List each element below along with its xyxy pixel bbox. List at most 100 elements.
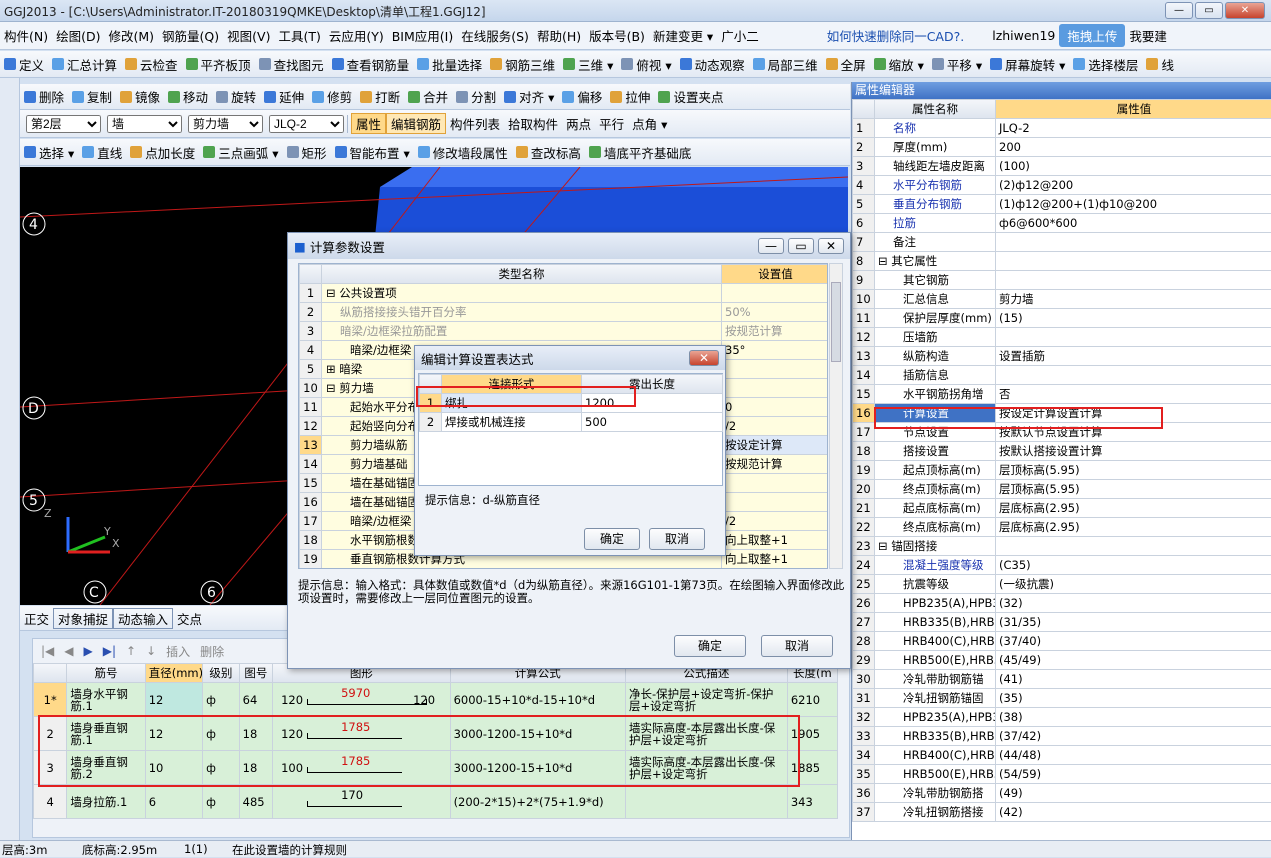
- prop-value[interactable]: (54/59): [996, 765, 1271, 784]
- prop-value[interactable]: (38): [996, 708, 1271, 727]
- parallel-button[interactable]: 平行: [595, 114, 628, 133]
- toolbar-button[interactable]: 定义: [0, 55, 48, 74]
- prop-value[interactable]: 层顶标高(5.95): [996, 461, 1271, 480]
- toolbar-button[interactable]: 平齐板顶: [182, 55, 255, 74]
- rebar-diameter[interactable]: 6: [145, 785, 202, 819]
- prop-value[interactable]: (49): [996, 784, 1271, 803]
- rebar-figure-no[interactable]: 485: [239, 785, 272, 819]
- expr-exposed-length[interactable]: 500: [582, 413, 723, 432]
- prop-value[interactable]: (41): [996, 670, 1271, 689]
- calc-setting-value[interactable]: /2: [722, 512, 829, 531]
- prop-value[interactable]: [996, 328, 1271, 347]
- calc-row[interactable]: 1⊟ 公共设置项: [300, 284, 829, 303]
- property-row[interactable]: 2厚度(mm)200: [853, 138, 1271, 157]
- draw-button[interactable]: 点加长度: [126, 143, 199, 162]
- rebar-grade[interactable]: ф: [203, 683, 240, 717]
- calc-setting-value[interactable]: 按设定计算: [722, 436, 829, 455]
- edit-button[interactable]: 对齐 ▾: [500, 87, 558, 106]
- component-name-select[interactable]: JLQ-2: [269, 115, 344, 133]
- expr-ok-button[interactable]: 确定: [584, 528, 640, 550]
- prop-value[interactable]: 否: [996, 385, 1271, 404]
- edit-button[interactable]: 旋转: [212, 87, 260, 106]
- prop-value[interactable]: (一级抗震): [996, 575, 1271, 594]
- draw-button[interactable]: 智能布置 ▾: [331, 143, 414, 162]
- user-name[interactable]: lzhiwen19: [988, 28, 1059, 43]
- rebar-row[interactable]: 1*墙身水平钢筋.112ф6412059701206000-15+10*d-15…: [34, 683, 838, 717]
- properties-button[interactable]: 属性: [351, 113, 386, 134]
- prop-value[interactable]: 层底标高(2.95): [996, 518, 1271, 537]
- prop-value[interactable]: 200: [996, 138, 1271, 157]
- prop-value[interactable]: [996, 366, 1271, 385]
- prop-value[interactable]: (45/49): [996, 651, 1271, 670]
- property-row[interactable]: 18搭接设置按默认搭接设置计算: [853, 442, 1271, 461]
- minimize-button[interactable]: —: [1165, 2, 1193, 19]
- prop-value[interactable]: (35): [996, 689, 1271, 708]
- rebar-name[interactable]: 墙身水平钢筋.1: [67, 683, 145, 717]
- property-row[interactable]: 14插筋信息: [853, 366, 1271, 385]
- rebar-formula[interactable]: (200-2*15)+2*(75+1.9*d): [450, 785, 625, 819]
- dialog-minimize-button[interactable]: —: [758, 238, 784, 254]
- property-row[interactable]: 31冷轧扭钢筋锚固(35): [853, 689, 1271, 708]
- property-row[interactable]: 11保护层厚度(mm)(15): [853, 309, 1271, 328]
- prop-value[interactable]: 剪力墙: [996, 290, 1271, 309]
- prop-value[interactable]: 设置插筋: [996, 347, 1271, 366]
- edit-button[interactable]: 延伸: [260, 87, 308, 106]
- menu-item[interactable]: 广小二: [717, 26, 763, 45]
- prop-value[interactable]: (100): [996, 157, 1271, 176]
- property-row[interactable]: 25抗震等级(一级抗震): [853, 575, 1271, 594]
- toolbar-button[interactable]: 查找图元: [255, 55, 328, 74]
- property-row[interactable]: 27HRB335(B),HRB3(31/35): [853, 613, 1271, 632]
- property-row[interactable]: 1名称JLQ-2: [853, 119, 1271, 138]
- menu-item[interactable]: 云应用(Y): [325, 26, 388, 45]
- menu-item[interactable]: BIM应用(I): [388, 26, 458, 45]
- calc-setting-value[interactable]: [722, 360, 829, 379]
- property-row[interactable]: 15水平钢筋拐角增否: [853, 385, 1271, 404]
- next-record-icon[interactable]: ▶: [84, 644, 93, 658]
- pick-component-button[interactable]: 拾取构件: [504, 114, 562, 133]
- type-select[interactable]: 墙: [107, 115, 182, 133]
- property-row[interactable]: 7备注: [853, 233, 1271, 252]
- property-row[interactable]: 19起点顶标高(m)层顶标高(5.95): [853, 461, 1271, 480]
- prop-value[interactable]: (31/35): [996, 613, 1271, 632]
- prop-value[interactable]: (1)ф12@200+(1)ф10@200: [996, 195, 1271, 214]
- toolbar-button[interactable]: 全屏: [822, 55, 870, 74]
- property-row[interactable]: 24混凝土强度等级(C35): [853, 556, 1271, 575]
- edit-button[interactable]: 偏移: [558, 87, 606, 106]
- toolbar-button[interactable]: 线: [1142, 55, 1178, 74]
- close-button[interactable]: ✕: [1225, 2, 1265, 19]
- prop-value[interactable]: [996, 233, 1271, 252]
- calc-ok-button[interactable]: 确定: [674, 635, 746, 657]
- calc-setting-value[interactable]: 35°: [722, 341, 829, 360]
- property-row[interactable]: 20终点顶标高(m)层顶标高(5.95): [853, 480, 1271, 499]
- toolbar-button[interactable]: 缩放 ▾: [870, 55, 928, 74]
- col-header[interactable]: 筋号: [67, 664, 145, 683]
- prop-value[interactable]: 层底标高(2.95): [996, 499, 1271, 518]
- edit-button[interactable]: 设置夹点: [654, 87, 727, 106]
- property-row[interactable]: 34HRB400(C),HRB4(44/48): [853, 746, 1271, 765]
- menu-item[interactable]: 构件(N): [0, 26, 52, 45]
- toolbar-button[interactable]: 汇总计算: [48, 55, 121, 74]
- menu-item[interactable]: 钢筋量(Q): [158, 26, 223, 45]
- draw-button[interactable]: 直线: [78, 143, 126, 162]
- property-row[interactable]: 23⊟ 锚固搭接: [853, 537, 1271, 556]
- toolbar-button[interactable]: 局部三维: [749, 55, 822, 74]
- menu-item[interactable]: 修改(M): [105, 26, 159, 45]
- toolbar-button[interactable]: 钢筋三维: [486, 55, 559, 74]
- prop-value[interactable]: 按默认搭接设置计算: [996, 442, 1271, 461]
- toolbar-button[interactable]: 屏幕旋转 ▾: [986, 55, 1069, 74]
- delete-row-button[interactable]: 删除: [200, 643, 224, 660]
- calc-setting-value[interactable]: [722, 379, 829, 398]
- floor-select[interactable]: 第2层: [26, 115, 101, 133]
- menu-item[interactable]: 绘图(D): [52, 26, 104, 45]
- prop-value[interactable]: (37/42): [996, 727, 1271, 746]
- draw-button[interactable]: 墙底平齐基础底: [585, 143, 696, 162]
- property-row[interactable]: 30冷轧带肋钢筋锚(41): [853, 670, 1271, 689]
- prop-value[interactable]: [996, 537, 1271, 556]
- rebar-row[interactable]: 4墙身拉筋.16ф485170(200-2*15)+2*(75+1.9*d)34…: [34, 785, 838, 819]
- toolbar-button[interactable]: 俯视 ▾: [617, 55, 675, 74]
- menu-item[interactable]: 视图(V): [223, 26, 274, 45]
- rebar-diameter[interactable]: 12: [145, 683, 202, 717]
- intersection-toggle[interactable]: 交点: [173, 609, 206, 628]
- toolbar-button[interactable]: 三维 ▾: [559, 55, 617, 74]
- expr-close-button[interactable]: ✕: [689, 350, 719, 366]
